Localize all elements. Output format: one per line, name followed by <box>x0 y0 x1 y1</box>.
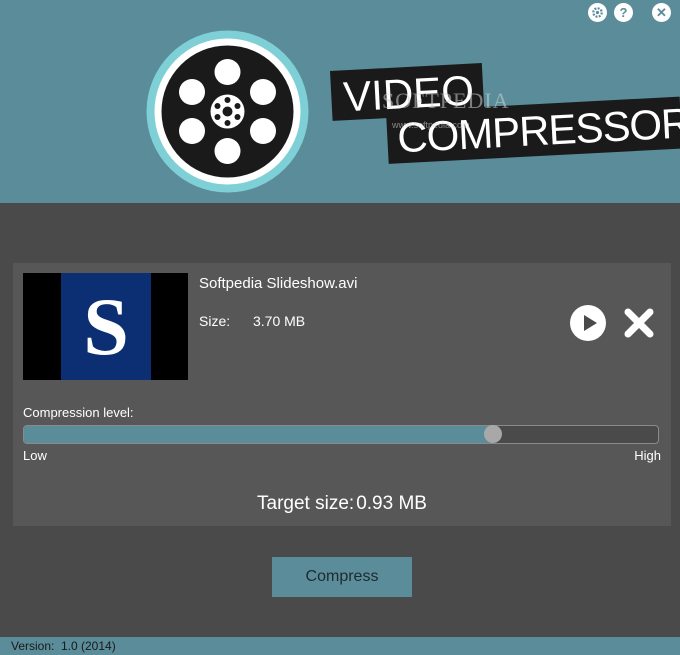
version-label: Version: <box>11 639 55 653</box>
film-reel-icon <box>146 30 309 193</box>
compression-level-label: Compression level: <box>23 405 134 420</box>
help-button[interactable]: ? <box>614 3 633 22</box>
watermark-url: www.softpedia.com <box>392 120 470 130</box>
play-button[interactable] <box>570 305 606 341</box>
size-label: Size: <box>199 313 231 329</box>
slider-fill <box>24 426 494 443</box>
file-panel: S Softpedia Slideshow.avi Size: 3.70 MB … <box>13 263 671 526</box>
settings-button[interactable] <box>588 3 607 22</box>
app-header: ? ✕ VIDEO COMPRESSOR SOFTPEDIA www.softp… <box>0 0 680 203</box>
remove-file-button[interactable] <box>621 305 657 341</box>
high-label: High <box>634 448 661 463</box>
target-size-label: Target size: <box>257 493 355 514</box>
size-value: 3.70 MB <box>253 313 306 329</box>
gear-icon <box>592 7 603 18</box>
target-size-value: 0.93 MB <box>356 493 427 514</box>
compression-slider[interactable] <box>23 425 659 444</box>
video-thumbnail: S <box>23 273 188 380</box>
watermark: SOFTPEDIA <box>382 88 510 113</box>
compress-button[interactable]: Compress <box>272 557 412 597</box>
thumbnail-letter: S <box>83 280 129 372</box>
file-name: Softpedia Slideshow.avi <box>199 275 358 292</box>
version-value: 1.0 (2014) <box>61 639 116 653</box>
target-size: Target size: 0.93 MB <box>13 493 671 515</box>
slider-knob[interactable] <box>484 425 503 443</box>
low-label: Low <box>23 448 47 463</box>
status-bar: Version: 1.0 (2014) <box>0 637 680 655</box>
close-button[interactable]: ✕ <box>652 3 671 22</box>
